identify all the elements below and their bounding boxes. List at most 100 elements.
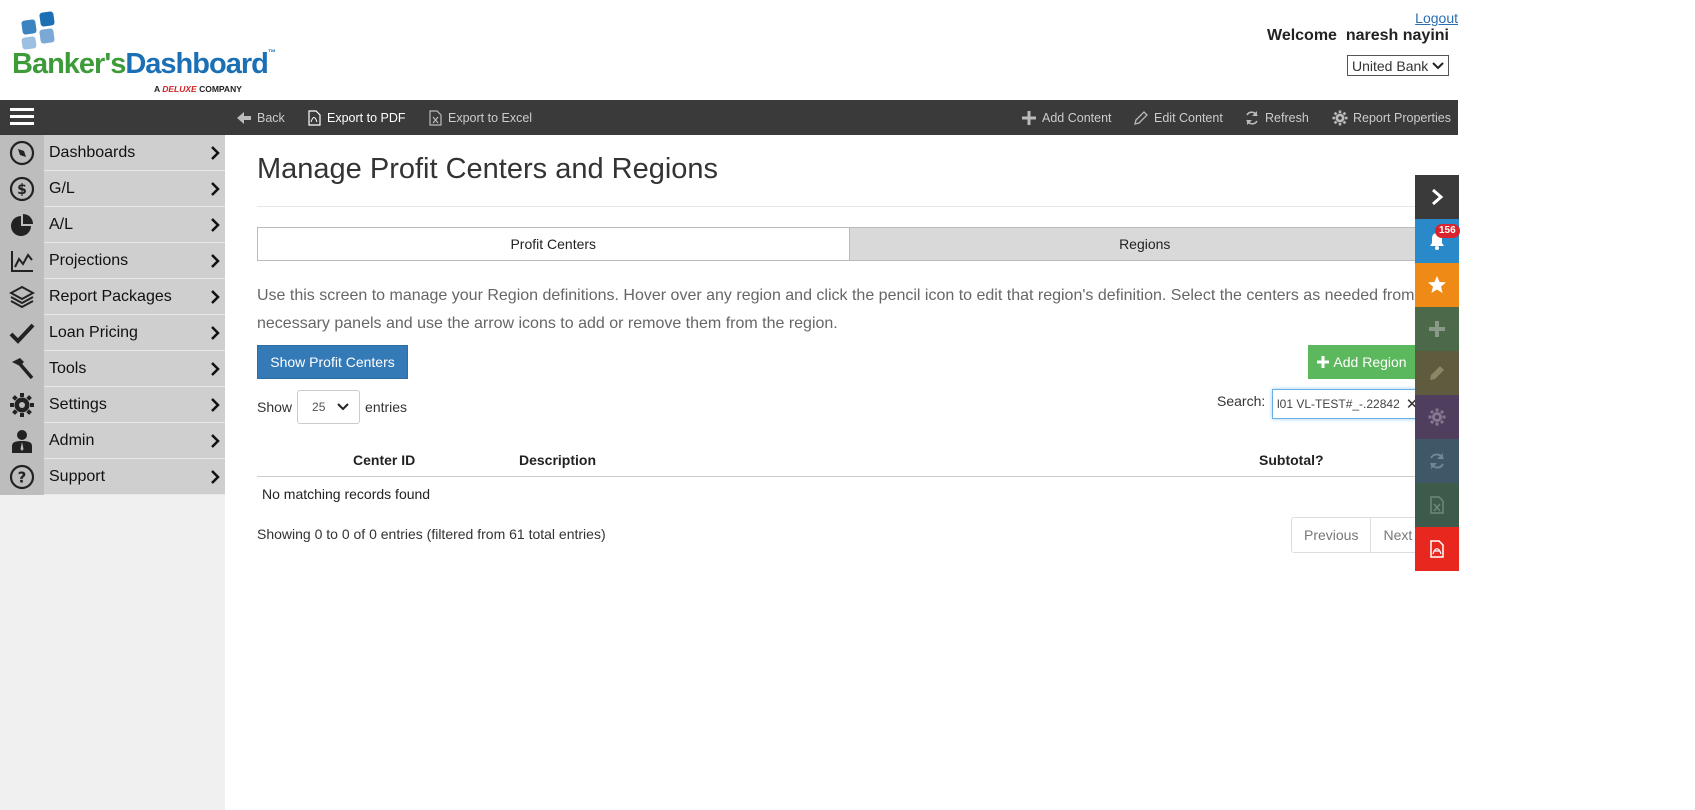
sidebar-item-admin[interactable]: Admin bbox=[0, 422, 225, 459]
chevron-right-icon bbox=[211, 361, 220, 376]
layers-icon bbox=[9, 285, 35, 308]
logo-tagline: A DELUXE COMPANY bbox=[154, 84, 242, 94]
show-profit-centers-button[interactable]: Show Profit Centers bbox=[257, 345, 408, 379]
tab-regions[interactable]: Regions bbox=[848, 228, 1440, 260]
chevron-down-icon bbox=[1432, 61, 1444, 69]
sidebar-item-dashboards[interactable]: Dashboards bbox=[0, 134, 225, 171]
plus-icon bbox=[1429, 321, 1445, 337]
favorites-button[interactable] bbox=[1415, 263, 1459, 307]
pie-icon bbox=[11, 213, 33, 236]
pencil-icon bbox=[1430, 366, 1444, 380]
sidebar-item-report-packages[interactable]: Report Packages bbox=[0, 278, 225, 315]
main-content: Manage Profit Centers and Regions Profit… bbox=[225, 135, 1458, 810]
sidebar-item-label: Tools bbox=[49, 359, 87, 377]
gear-icon bbox=[1332, 110, 1348, 125]
entries-select-value: 25 bbox=[312, 400, 326, 414]
rail-add-button[interactable] bbox=[1415, 307, 1459, 351]
export-pdf-button[interactable]: Export to PDF bbox=[306, 100, 406, 135]
rail-excel-button[interactable] bbox=[1415, 483, 1459, 527]
refresh-icon bbox=[1246, 110, 1258, 125]
back-label: Back bbox=[257, 110, 285, 125]
line-chart-icon bbox=[11, 250, 33, 272]
sidebar-item-label: Report Packages bbox=[49, 287, 172, 305]
logout-link[interactable]: Logout bbox=[9, 10, 1458, 26]
pencil-icon bbox=[1134, 110, 1148, 125]
sidebar-item-settings[interactable]: Settings bbox=[0, 386, 225, 423]
dollar-icon: $ bbox=[9, 176, 35, 201]
notification-count-badge: 156 bbox=[1435, 224, 1460, 238]
pagination: Previous Next bbox=[1291, 517, 1426, 553]
excel-icon bbox=[1430, 496, 1444, 514]
compass-icon bbox=[9, 140, 35, 165]
bank-select-value: United Bank bbox=[1352, 57, 1429, 74]
header: Banker'sDashboard™ A DELUXE COMPANY Logo… bbox=[0, 0, 1458, 100]
chevron-right-icon bbox=[211, 397, 220, 412]
sidebar-item-label: Dashboards bbox=[49, 143, 136, 161]
previous-page-button[interactable]: Previous bbox=[1292, 518, 1371, 552]
add-content-label: Add Content bbox=[1042, 110, 1112, 125]
title-divider bbox=[257, 206, 1452, 207]
report-properties-button[interactable]: Report Properties bbox=[1332, 100, 1451, 135]
report-properties-label: Report Properties bbox=[1353, 110, 1451, 125]
chevron-right-icon bbox=[211, 145, 220, 160]
bank-select[interactable]: United Bank bbox=[1347, 55, 1449, 76]
table-empty-row: No matching records found bbox=[262, 486, 431, 502]
welcome-text: Welcome naresh nayini bbox=[1267, 27, 1449, 44]
back-button[interactable]: Back bbox=[236, 100, 285, 135]
collapse-rail-button[interactable] bbox=[1415, 175, 1459, 219]
rail-settings-button[interactable] bbox=[1415, 395, 1459, 439]
back-arrow-icon bbox=[237, 111, 251, 124]
export-pdf-label: Export to PDF bbox=[327, 110, 406, 125]
rail-refresh-button[interactable] bbox=[1415, 439, 1459, 483]
rail-pdf-button[interactable] bbox=[1415, 527, 1459, 571]
sidebar-item-support[interactable]: ? Support bbox=[0, 458, 225, 495]
sidebar-item-label: A/L bbox=[49, 215, 74, 233]
edit-content-button[interactable]: Edit Content bbox=[1133, 100, 1223, 135]
table-info: Showing 0 to 0 of 0 entries (filtered fr… bbox=[257, 526, 606, 542]
chevron-right-icon bbox=[211, 433, 220, 448]
chevron-right-icon bbox=[211, 253, 220, 268]
table-header: Center ID Description Subtotal? bbox=[257, 443, 1441, 477]
tab-profit-centers[interactable]: Profit Centers bbox=[258, 228, 849, 260]
hammer-icon bbox=[12, 357, 34, 379]
sidebar-item-tools[interactable]: Tools bbox=[0, 350, 225, 387]
excel-file-icon bbox=[429, 109, 442, 126]
sidebar-item-label: G/L bbox=[49, 179, 75, 197]
svg-text:?: ? bbox=[18, 468, 27, 486]
add-content-button[interactable]: Add Content bbox=[1021, 100, 1112, 135]
column-header-description[interactable]: Description bbox=[519, 452, 596, 468]
sidebar-item-al[interactable]: A/L bbox=[0, 206, 225, 243]
rail-edit-button[interactable] bbox=[1415, 351, 1459, 395]
add-region-button[interactable]: Add Region bbox=[1308, 345, 1416, 379]
svg-text:$: $ bbox=[17, 182, 27, 198]
entries-select[interactable]: 25 bbox=[297, 390, 361, 424]
chevron-right-icon bbox=[211, 325, 220, 340]
sidebar-item-projections[interactable]: Projections bbox=[0, 242, 225, 279]
chevron-right-icon bbox=[211, 469, 220, 484]
column-header-center-id[interactable]: Center ID bbox=[353, 452, 415, 468]
refresh-button[interactable]: Refresh bbox=[1244, 100, 1309, 135]
export-excel-button[interactable]: Export to Excel bbox=[427, 100, 532, 135]
column-header-subtotal[interactable]: Subtotal? bbox=[1259, 452, 1324, 468]
sidebar-item-label: Projections bbox=[49, 251, 129, 269]
notifications-button[interactable]: 156 bbox=[1415, 219, 1460, 263]
hamburger-menu-icon[interactable] bbox=[10, 108, 34, 126]
gear-icon bbox=[1428, 408, 1446, 426]
refresh-icon bbox=[1430, 453, 1444, 469]
sidebar-item-gl[interactable]: $ G/L bbox=[0, 170, 225, 207]
edit-content-label: Edit Content bbox=[1154, 110, 1223, 125]
chevron-right-icon bbox=[211, 181, 220, 196]
sidebar-item-label: Admin bbox=[49, 431, 95, 449]
regions-table: Center ID Description Subtotal? No match… bbox=[257, 443, 1441, 511]
sidebar-item-loan-pricing[interactable]: Loan Pricing bbox=[0, 314, 225, 351]
logo-wordmark: Banker'sDashboard™ bbox=[12, 48, 276, 80]
tabs: Profit Centers Regions bbox=[257, 227, 1441, 261]
sidebar-item-label: Loan Pricing bbox=[49, 323, 138, 341]
checkmark-icon bbox=[9, 323, 35, 344]
page-title: Manage Profit Centers and Regions bbox=[257, 153, 719, 185]
refresh-label: Refresh bbox=[1265, 110, 1309, 125]
chevron-right-icon bbox=[211, 217, 220, 232]
show-label: Show bbox=[257, 399, 293, 415]
plus-icon bbox=[1317, 356, 1330, 368]
pdf-icon bbox=[1430, 540, 1444, 558]
